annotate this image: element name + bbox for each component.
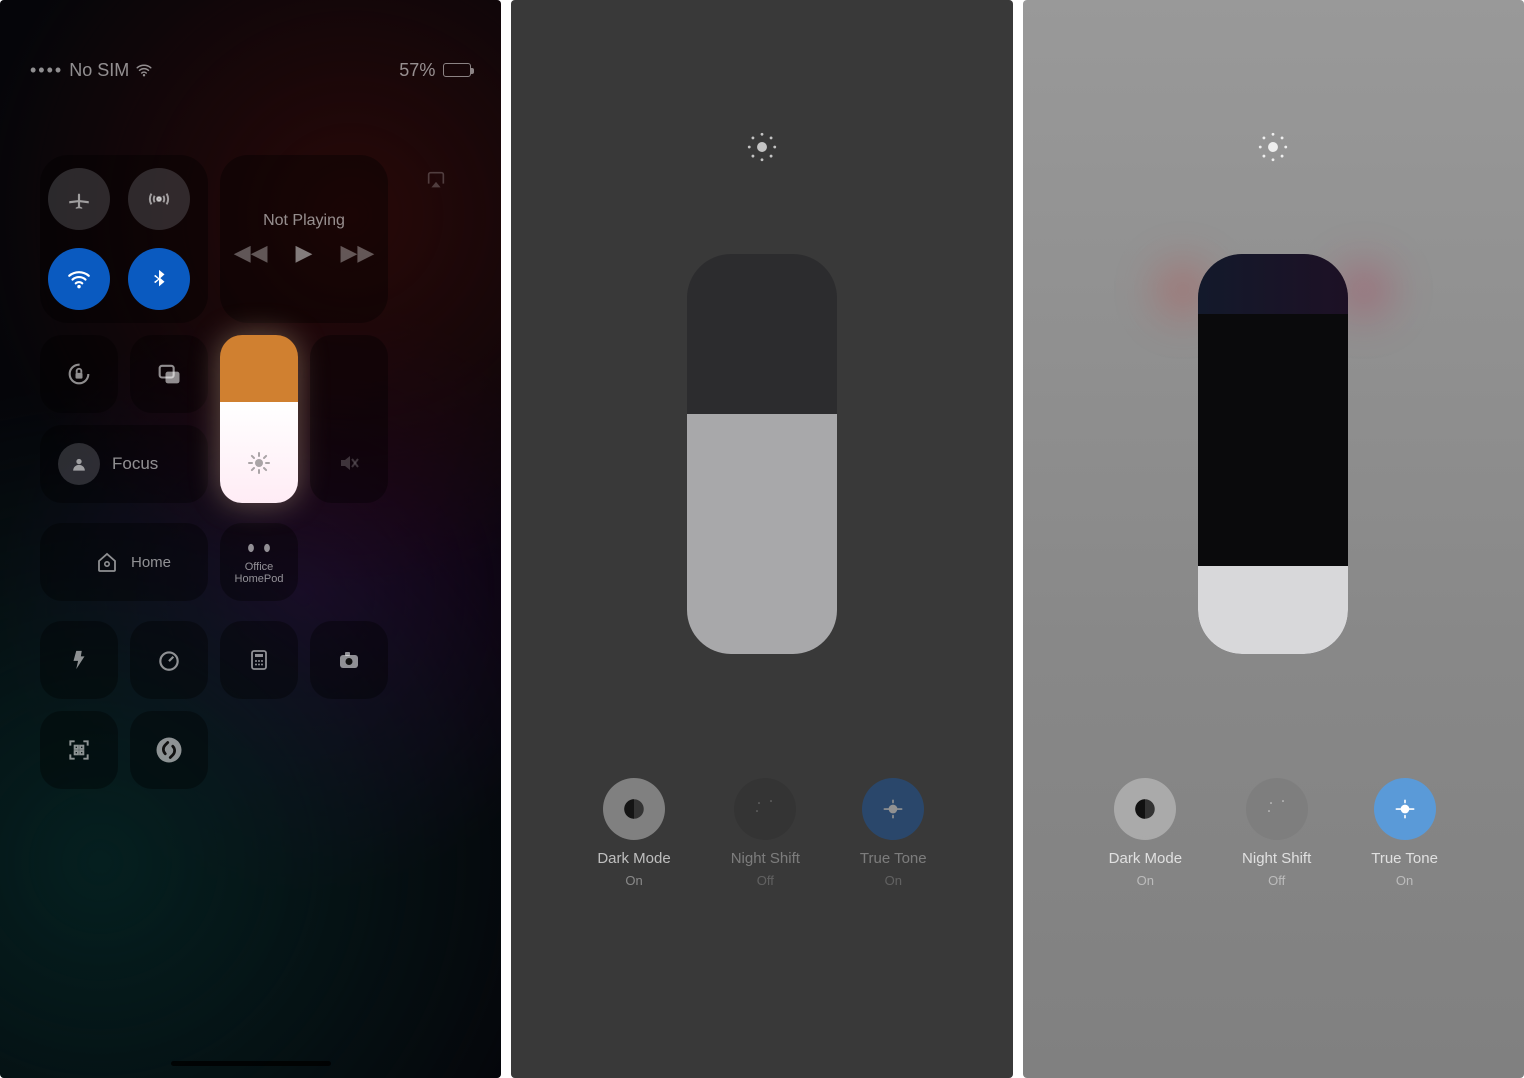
true-tone-state: On [885, 873, 902, 888]
calculator-tile[interactable] [220, 621, 298, 699]
true-tone-label: True Tone [1371, 850, 1438, 867]
media-prev-icon[interactable]: ◀◀ [234, 240, 268, 266]
timer-icon [156, 647, 182, 673]
night-shift-state: Off [757, 873, 774, 888]
media-next-icon[interactable]: ▶▶ [340, 240, 374, 266]
bluetooth-toggle[interactable] [128, 248, 190, 310]
dark-mode-button[interactable]: Dark Mode On [597, 778, 670, 888]
homepod-line1: Office [245, 561, 274, 573]
true-tone-button[interactable]: True Tone On [860, 778, 927, 888]
night-shift-icon [753, 797, 777, 821]
status-bar: •••• No SIM 57% [0, 0, 501, 140]
screen-mirroring-icon [155, 360, 183, 388]
cellular-toggle[interactable] [128, 168, 190, 230]
night-shift-state: Off [1268, 873, 1285, 888]
status-battery-percent: 57% [399, 60, 435, 81]
true-tone-icon [1392, 796, 1418, 822]
battery-icon [443, 63, 471, 77]
brightness-slider[interactable] [220, 335, 298, 503]
dark-mode-label: Dark Mode [597, 850, 670, 867]
screen-control-center: •••• No SIM 57% Not Playing [0, 0, 501, 1078]
night-shift-button[interactable]: Night Shift Off [731, 778, 800, 888]
dark-mode-state: On [625, 873, 642, 888]
sun-dots-icon [745, 130, 779, 164]
homepod-line2: HomePod [235, 573, 284, 585]
cellular-icon [146, 186, 172, 212]
shazam-icon [154, 735, 184, 765]
homepod-icon [260, 539, 274, 557]
home-label: Home [131, 554, 171, 571]
true-tone-icon [880, 796, 906, 822]
orientation-lock-icon [65, 360, 93, 388]
media-tile[interactable]: Not Playing ◀◀ ▶ ▶▶ [220, 155, 388, 323]
qr-icon [66, 737, 92, 763]
orientation-lock-tile[interactable] [40, 335, 118, 413]
status-carrier: No SIM [69, 60, 129, 81]
brightness-fill [1198, 566, 1348, 654]
wifi-icon [135, 61, 153, 79]
dark-mode-icon [1132, 796, 1158, 822]
true-tone-state: On [1396, 873, 1413, 888]
screen-brightness-expanded: Dark Mode On Night Shift Off True Tone O… [1023, 0, 1524, 1078]
media-title: Not Playing [263, 212, 345, 230]
dark-mode-button[interactable]: Dark Mode On [1109, 778, 1182, 888]
timer-tile[interactable] [130, 621, 208, 699]
dark-mode-icon [621, 796, 647, 822]
night-shift-icon [1265, 797, 1289, 821]
brightness-fill [687, 414, 837, 654]
camera-tile[interactable] [310, 621, 388, 699]
screen-mirroring-tile[interactable] [130, 335, 208, 413]
airplane-icon [66, 186, 92, 212]
shazam-tile[interactable] [130, 711, 208, 789]
home-indicator[interactable] [171, 1061, 331, 1066]
flashlight-icon [68, 647, 90, 673]
person-icon [69, 454, 89, 474]
focus-tile[interactable]: Focus [40, 425, 208, 503]
qr-scanner-tile[interactable] [40, 711, 118, 789]
flashlight-tile[interactable] [40, 621, 118, 699]
homepod-tile[interactable]: Office HomePod [220, 523, 298, 601]
airplane-toggle[interactable] [48, 168, 110, 230]
true-tone-label: True Tone [860, 850, 927, 867]
bluetooth-icon [148, 266, 170, 292]
brightness-header-icon [1256, 130, 1290, 164]
sun-icon [247, 451, 271, 475]
homepod-icon [244, 539, 258, 557]
wifi-toggle[interactable] [48, 248, 110, 310]
volume-slider[interactable] [310, 335, 388, 503]
home-tile[interactable]: Home [40, 523, 208, 601]
status-signal-dots: •••• [30, 60, 63, 81]
home-icon [95, 550, 119, 574]
wifi-icon [66, 266, 92, 292]
true-tone-button[interactable]: True Tone On [1371, 778, 1438, 888]
brightness-expanded-slider[interactable] [1198, 254, 1348, 654]
night-shift-label: Night Shift [731, 850, 800, 867]
media-play-icon[interactable]: ▶ [296, 240, 313, 266]
night-shift-label: Night Shift [1242, 850, 1311, 867]
sun-dots-icon [1256, 130, 1290, 164]
airplay-icon[interactable] [425, 169, 447, 191]
dark-mode-label: Dark Mode [1109, 850, 1182, 867]
connectivity-cluster[interactable] [40, 155, 208, 323]
dark-mode-state: On [1137, 873, 1154, 888]
brightness-expanded-slider[interactable] [687, 254, 837, 654]
screen-brightness-expanded-dimmed: Dark Mode On Night Shift Off True Tone O… [511, 0, 1012, 1078]
calculator-icon [247, 647, 271, 673]
brightness-header-icon [745, 130, 779, 164]
mute-icon [337, 451, 361, 475]
camera-icon [335, 648, 363, 672]
night-shift-button[interactable]: Night Shift Off [1242, 778, 1311, 888]
focus-label: Focus [112, 454, 158, 474]
